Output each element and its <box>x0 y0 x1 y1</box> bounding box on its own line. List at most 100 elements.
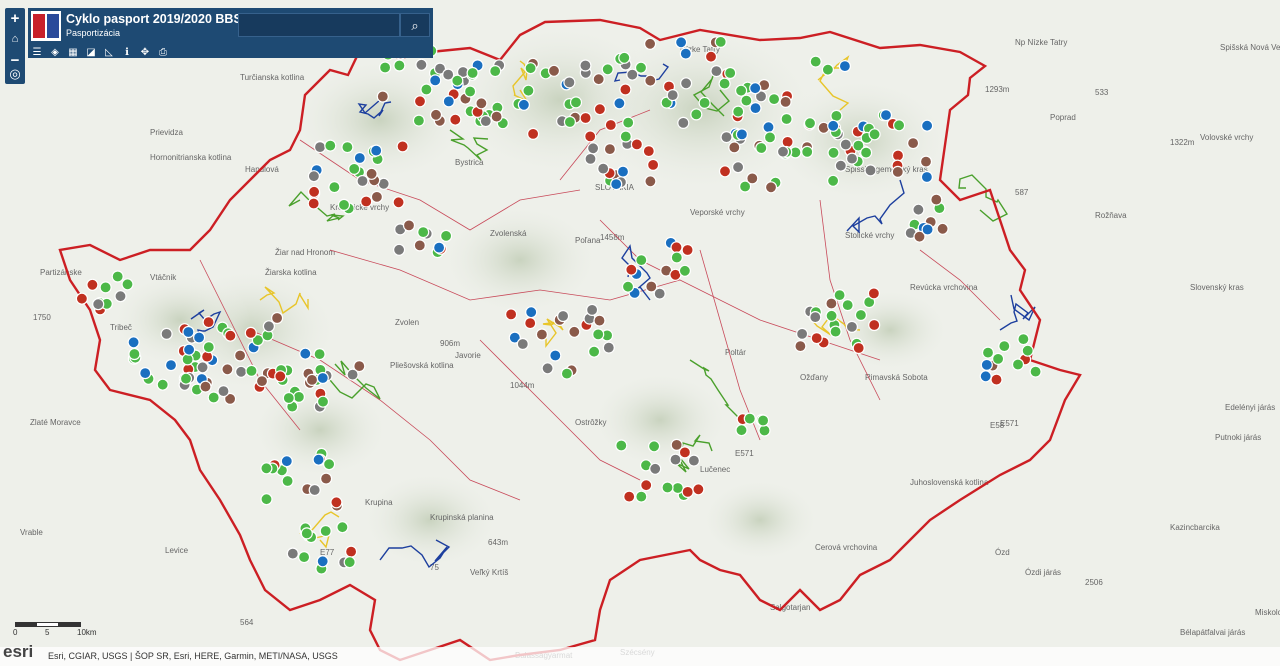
info-icon[interactable] <box>679 47 692 60</box>
info-icon[interactable] <box>525 306 538 319</box>
cycle-poi-icon[interactable] <box>281 474 294 488</box>
cycle-poi-icon[interactable] <box>821 63 835 76</box>
cycle-poi-icon[interactable] <box>328 181 341 194</box>
cycle-poi-icon[interactable] <box>743 412 756 425</box>
lock-icon[interactable] <box>666 88 679 102</box>
cycle-poi-icon[interactable] <box>615 439 628 452</box>
rest-area-icon[interactable] <box>644 74 657 87</box>
rest-area-icon[interactable] <box>728 141 741 154</box>
warning-icon[interactable] <box>640 479 653 492</box>
rest-area-icon[interactable] <box>271 311 284 325</box>
cycle-poi-icon[interactable] <box>202 341 215 354</box>
rest-area-icon[interactable] <box>936 222 949 235</box>
rest-area-icon[interactable] <box>535 328 549 341</box>
info-icon[interactable] <box>182 325 195 339</box>
warning-icon[interactable] <box>868 318 881 332</box>
warning-icon[interactable] <box>360 195 373 208</box>
lock-icon[interactable] <box>217 385 230 398</box>
info-icon[interactable] <box>762 121 775 134</box>
cycle-poi-icon[interactable] <box>451 74 464 87</box>
lock-icon[interactable] <box>687 454 701 467</box>
cycle-poi-icon[interactable] <box>661 481 674 494</box>
warning-icon[interactable] <box>505 308 518 321</box>
info-icon[interactable] <box>921 223 934 236</box>
cycle-poi-icon[interactable] <box>207 391 220 404</box>
cycle-poi-icon[interactable] <box>282 391 295 405</box>
warning-icon[interactable] <box>681 243 694 257</box>
cycle-poi-icon[interactable] <box>635 254 648 267</box>
measure-icon[interactable]: ◺ <box>100 45 118 61</box>
lock-icon[interactable] <box>516 337 529 351</box>
cycle-poi-icon[interactable] <box>892 119 906 132</box>
info-icon[interactable] <box>735 128 749 141</box>
warning-icon[interactable] <box>604 118 617 132</box>
warning-icon[interactable] <box>396 140 409 153</box>
info-icon[interactable] <box>316 371 329 385</box>
lock-icon[interactable] <box>677 116 690 130</box>
cycle-poi-icon[interactable] <box>758 424 771 437</box>
cycle-poi-icon[interactable] <box>826 174 840 187</box>
cycle-poi-icon[interactable] <box>489 64 502 78</box>
cycle-poi-icon[interactable] <box>714 35 727 49</box>
cycle-poi-icon[interactable] <box>618 51 631 64</box>
cycle-poi-icon[interactable] <box>780 112 793 126</box>
cycle-poi-icon[interactable] <box>300 527 313 540</box>
cycle-poi-icon[interactable] <box>981 346 995 359</box>
cycle-poi-icon[interactable] <box>440 229 453 242</box>
cycle-poi-icon[interactable] <box>337 198 351 211</box>
cycle-poi-icon[interactable] <box>1021 344 1034 357</box>
cycle-poi-icon[interactable] <box>833 289 846 302</box>
warning-icon[interactable] <box>704 50 718 63</box>
lock-icon[interactable] <box>313 141 327 154</box>
cycle-poi-icon[interactable] <box>803 117 817 130</box>
lock-icon[interactable] <box>912 203 925 216</box>
lock-icon[interactable] <box>597 162 610 175</box>
rest-area-icon[interactable] <box>221 363 234 376</box>
lock-icon[interactable] <box>196 361 209 374</box>
cycle-poi-icon[interactable] <box>767 92 781 106</box>
cycle-poi-icon[interactable] <box>313 348 326 361</box>
home-button[interactable]: ⌂ <box>5 29 25 50</box>
cycle-poi-icon[interactable] <box>341 141 354 154</box>
info-icon[interactable] <box>433 241 446 254</box>
lock-icon[interactable] <box>795 327 809 340</box>
cycle-poi-icon[interactable] <box>563 115 577 129</box>
list-icon[interactable]: ☰ <box>28 45 46 61</box>
lock-icon[interactable] <box>834 159 847 172</box>
rest-area-icon[interactable] <box>429 108 443 121</box>
lock-icon[interactable] <box>776 145 790 158</box>
info-icon[interactable] <box>183 343 196 356</box>
cycle-poi-icon[interactable] <box>420 83 433 96</box>
warning-icon[interactable] <box>852 341 865 355</box>
rest-area-icon[interactable] <box>370 190 383 203</box>
cycle-poi-icon[interactable] <box>1029 365 1042 378</box>
lock-icon[interactable] <box>586 142 600 155</box>
lock-icon[interactable] <box>626 68 639 81</box>
info-icon[interactable] <box>517 98 531 111</box>
cycle-poi-icon[interactable] <box>121 278 134 291</box>
cycle-poi-icon[interactable] <box>466 66 479 80</box>
rest-area-icon[interactable] <box>402 219 416 232</box>
warning-icon[interactable] <box>584 130 597 143</box>
warning-icon[interactable] <box>810 332 823 345</box>
cycle-poi-icon[interactable] <box>560 367 574 380</box>
rest-area-icon[interactable] <box>320 472 333 485</box>
rest-area-icon[interactable] <box>490 110 503 123</box>
lock-icon[interactable] <box>541 362 554 375</box>
cycle-poi-icon[interactable] <box>343 556 356 569</box>
cycle-poi-icon[interactable] <box>621 280 635 293</box>
lock-icon[interactable] <box>839 138 852 151</box>
cycle-poi-icon[interactable] <box>417 226 430 239</box>
rest-area-icon[interactable] <box>644 175 657 188</box>
info-icon[interactable] <box>613 97 626 110</box>
rest-area-icon[interactable] <box>365 167 378 180</box>
cycle-poi-icon[interactable] <box>801 145 814 158</box>
rest-area-icon[interactable] <box>593 314 606 327</box>
cycle-poi-icon[interactable] <box>111 270 124 283</box>
warning-icon[interactable] <box>526 127 540 140</box>
warning-icon[interactable] <box>392 196 405 209</box>
lock-icon[interactable] <box>114 290 127 303</box>
warning-icon[interactable] <box>990 373 1003 386</box>
warning-icon[interactable] <box>413 95 427 108</box>
cycle-poi-icon[interactable] <box>179 372 193 385</box>
